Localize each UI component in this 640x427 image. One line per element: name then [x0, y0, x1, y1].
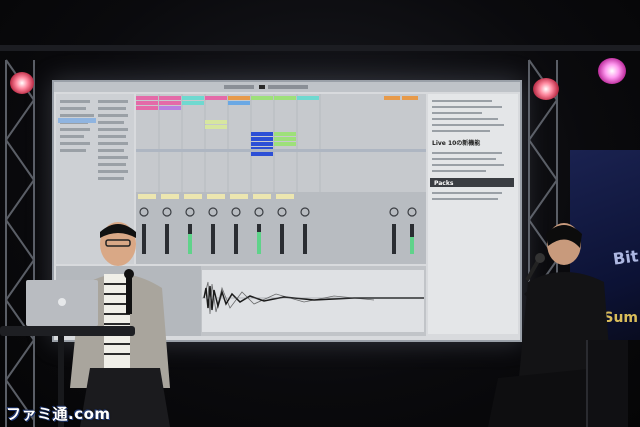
help-heading-live10: Live 10の新機能 [432, 139, 480, 147]
stage-light-right [533, 78, 559, 100]
chair [586, 340, 628, 427]
stage-background: Bit Sum Live 10の新機能 Packs ファミ通.com [0, 0, 640, 427]
stage-light-left [10, 72, 34, 94]
table [0, 326, 135, 336]
top-rig [0, 45, 640, 51]
stage-light-pink [598, 58, 626, 84]
help-heading-packs: Packs [434, 180, 454, 187]
watermark-logo: ファミ通.com [6, 405, 111, 423]
left-truss [4, 59, 36, 427]
